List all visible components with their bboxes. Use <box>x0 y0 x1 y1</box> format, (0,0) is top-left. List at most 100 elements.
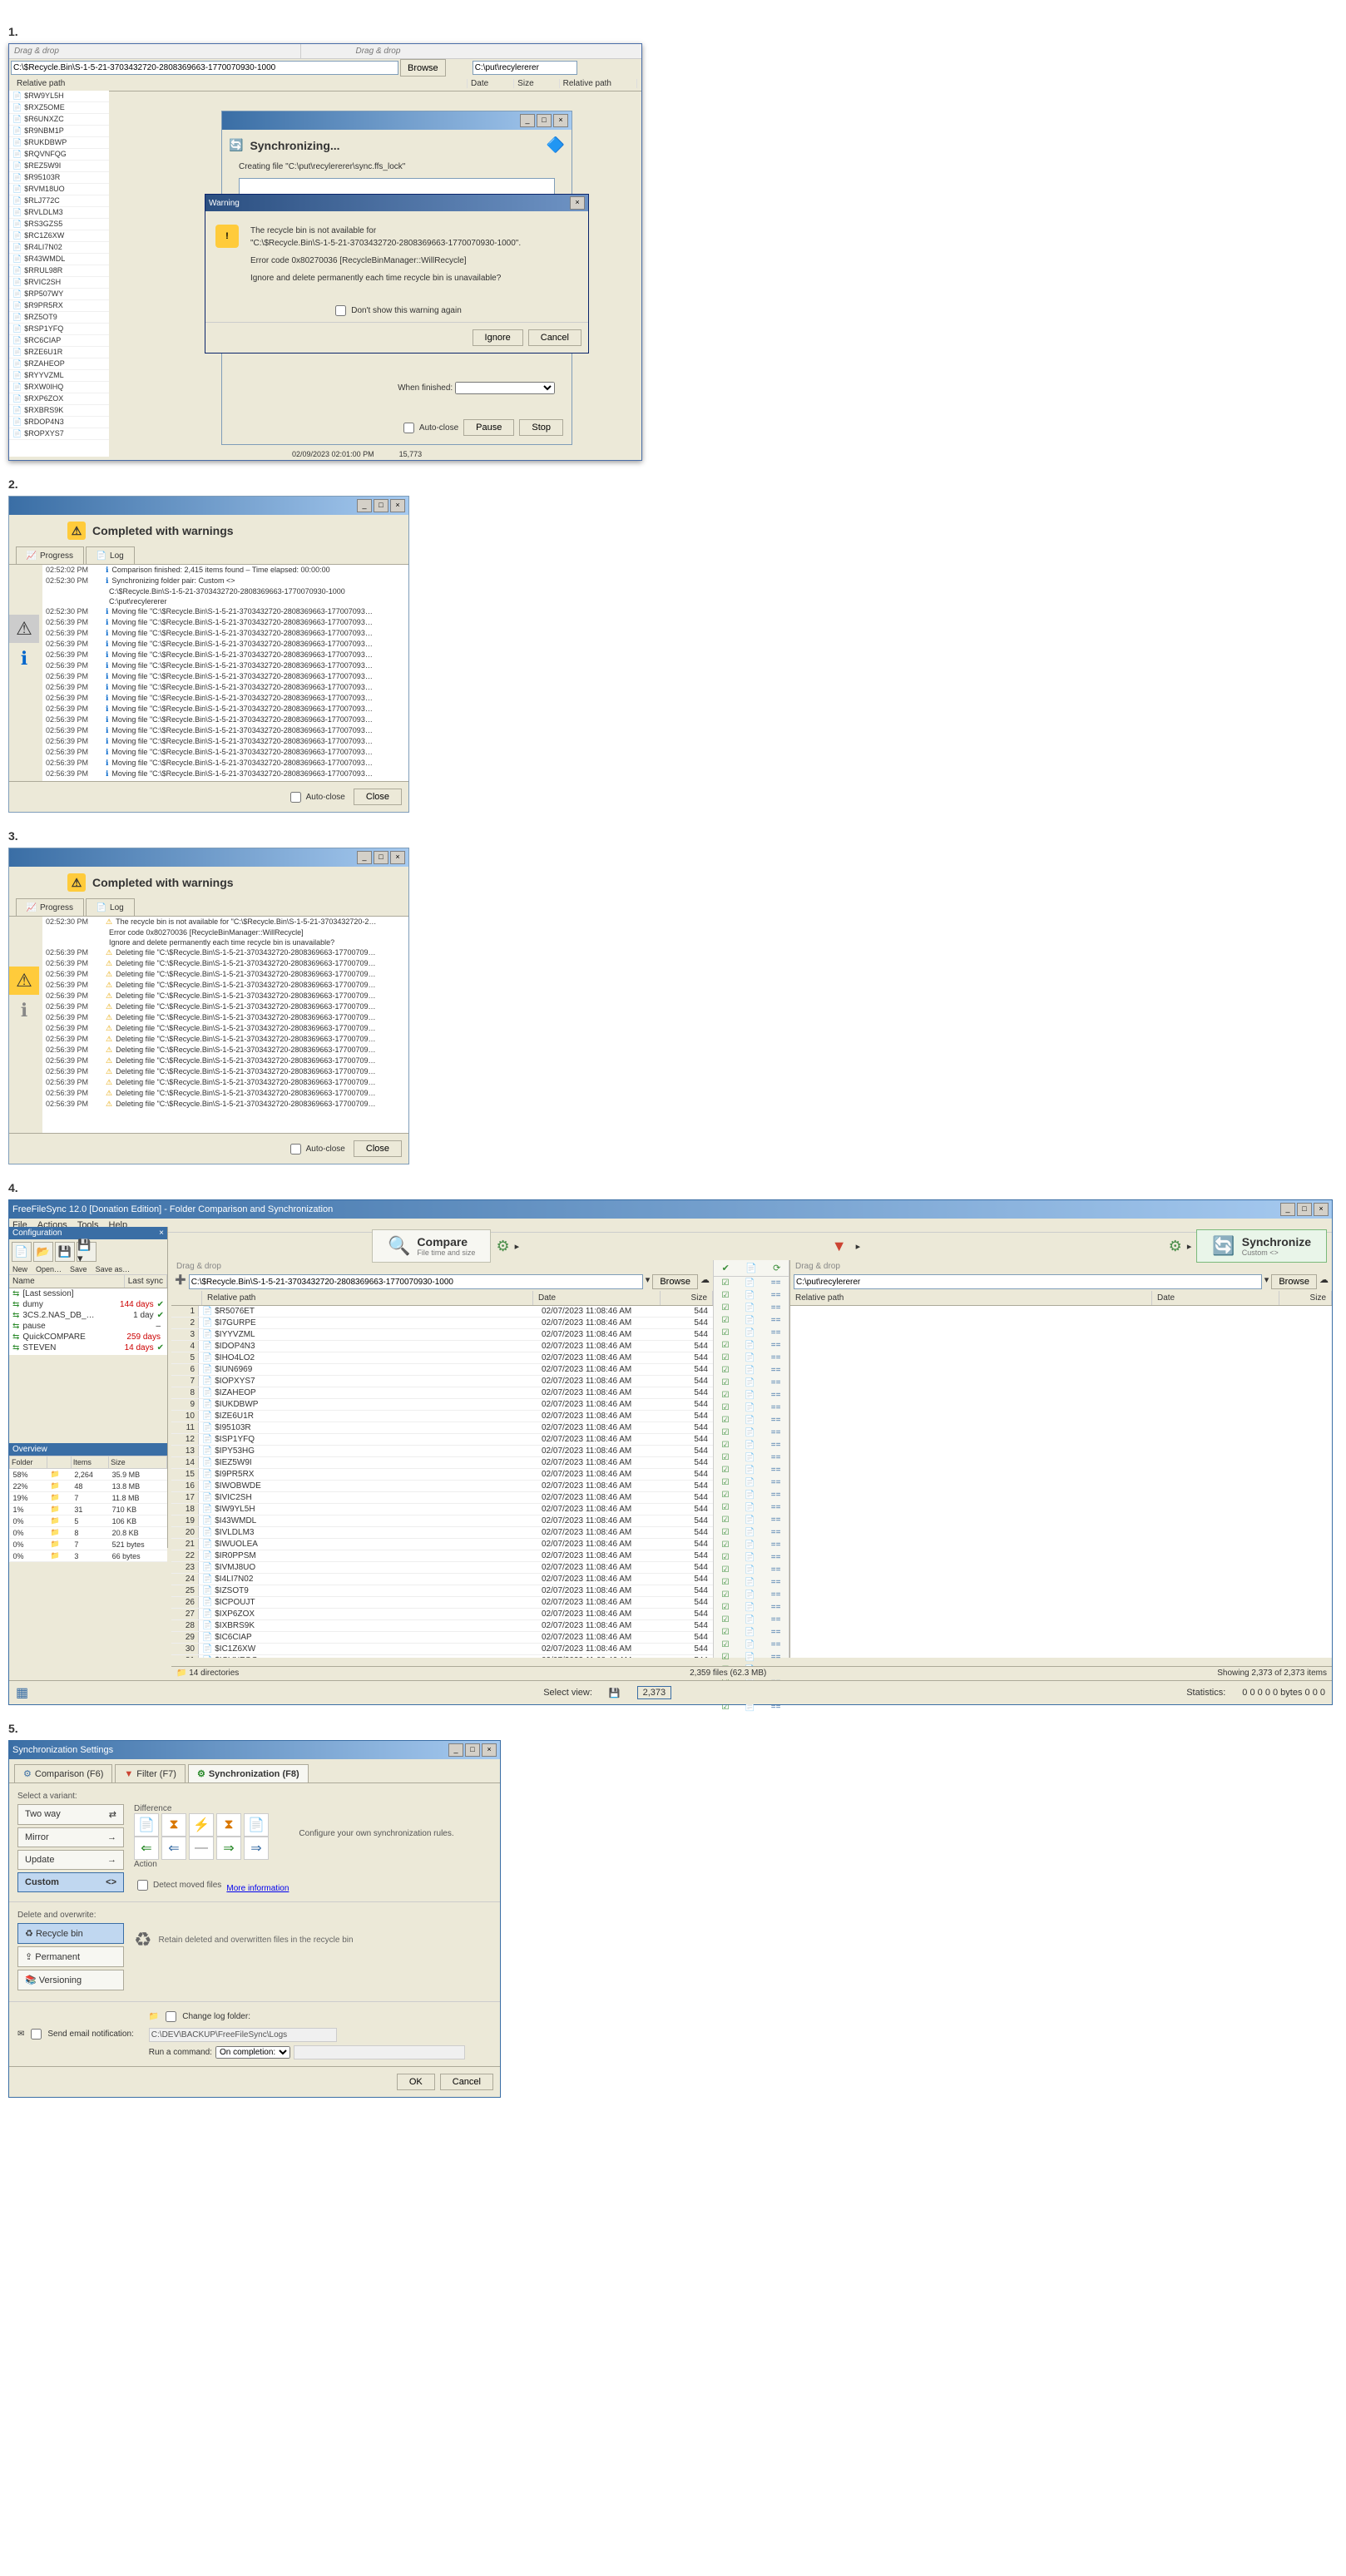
log-row[interactable]: 02:56:39 PM⚠Deleting file "C:\$Recycle.B… <box>42 991 408 1001</box>
action-row[interactable]: ☑📄== <box>714 1289 789 1302</box>
log-row[interactable]: 02:56:39 PM⚠Deleting file "C:\$Recycle.B… <box>42 1077 408 1088</box>
ok-button[interactable]: OK <box>397 2074 435 2090</box>
file-row[interactable]: $RXW0IHQ <box>9 382 109 393</box>
action-row[interactable]: ☑📄== <box>714 1352 789 1364</box>
maximize-icon[interactable]: □ <box>1297 1203 1312 1216</box>
compare-settings-icon[interactable]: ⚙ <box>496 1238 509 1255</box>
file-row[interactable]: $RXBRS9K <box>9 405 109 417</box>
overview-row[interactable]: 19%📁711.8 MB <box>10 1492 167 1504</box>
cancel-button[interactable]: Cancel <box>440 2074 493 2090</box>
col-last-sync[interactable]: Last sync <box>125 1275 167 1288</box>
tab-filter[interactable]: ▼Filter (F7) <box>115 1764 186 1782</box>
diff-right-only-icon[interactable]: 📄 <box>244 1813 269 1837</box>
autoclose-checkbox[interactable] <box>290 1144 301 1155</box>
grid-row[interactable]: 20📄 $IVLDLM302/07/2023 11:08:46 AM544 <box>171 1527 713 1539</box>
view-grid-icon[interactable]: ▦ <box>16 1684 28 1701</box>
on-completion-select[interactable]: On completion: <box>215 2046 290 2059</box>
dont-show-checkbox[interactable] <box>335 305 346 316</box>
config-row[interactable]: ⇆QuickCOMPARE259 days <box>9 1332 167 1342</box>
file-row[interactable]: $R6UNXZC <box>9 114 109 126</box>
ignore-button[interactable]: Ignore <box>473 329 523 346</box>
command-input[interactable] <box>294 2045 465 2059</box>
action-row[interactable]: ☑📄== <box>714 1551 789 1564</box>
log-row[interactable]: C:\put\recylererer <box>42 596 408 606</box>
overview-row[interactable]: 0%📁366 bytes <box>10 1550 167 1562</box>
log-row[interactable]: Error code 0x80270036 [RecycleBinManager… <box>42 927 408 937</box>
action-row[interactable]: ☑📄== <box>714 1576 789 1589</box>
file-row[interactable]: $R95103R <box>9 172 109 184</box>
overview-row[interactable]: 0%📁7521 bytes <box>10 1539 167 1550</box>
grid-row[interactable]: 1📄 $R5076ET02/07/2023 11:08:46 AM544 <box>171 1306 713 1318</box>
action-create-right-icon[interactable]: ⇒ <box>244 1837 269 1860</box>
file-row[interactable]: $ROPXYS7 <box>9 428 109 440</box>
grid-row[interactable]: 18📄 $IW9YL5H02/07/2023 11:08:46 AM544 <box>171 1504 713 1515</box>
file-row[interactable]: $RYYVZML <box>9 370 109 382</box>
delete-option-button[interactable]: ⇪ Permanent <box>17 1946 124 1967</box>
config-close-icon[interactable]: × <box>159 1229 164 1238</box>
overview-row[interactable]: 22%📁4813.8 MB <box>10 1481 167 1492</box>
action-row[interactable]: ☑📄== <box>714 1526 789 1539</box>
folder-icon[interactable]: 📁 <box>149 2012 159 2021</box>
log-row[interactable]: 02:56:39 PMℹMoving file "C:\$Recycle.Bin… <box>42 682 408 693</box>
new-config-icon[interactable]: 📄 <box>12 1242 32 1262</box>
log-list[interactable]: 02:52:30 PM⚠The recycle bin is not avail… <box>42 917 408 1133</box>
action-row[interactable]: ☑📄== <box>714 1501 789 1514</box>
grid-row[interactable]: 30📄 $IC1Z6XW02/07/2023 11:08:46 AM544 <box>171 1644 713 1655</box>
log-row[interactable]: 02:52:30 PMℹMoving file "C:\$Recycle.Bin… <box>42 606 408 617</box>
grid-row[interactable]: 31📄 $IQVNFQG02/07/2023 11:08:46 AM544 <box>171 1655 713 1658</box>
action-row[interactable]: ☑📄== <box>714 1302 789 1314</box>
file-row[interactable]: $R43WMDL <box>9 254 109 265</box>
minimize-icon[interactable]: _ <box>520 114 535 127</box>
file-row[interactable]: $RZE6U1R <box>9 347 109 358</box>
view-icon[interactable]: 💾 <box>609 1688 621 1698</box>
grid-row[interactable]: 25📄 $IZSOT902/07/2023 11:08:46 AM544 <box>171 1585 713 1597</box>
grid-row[interactable]: 22📄 $IR0PPSM02/07/2023 11:08:46 AM544 <box>171 1550 713 1562</box>
tab-synchronization[interactable]: ⚙Synchronization (F8) <box>188 1764 309 1782</box>
action-row[interactable]: ☑📄== <box>714 1564 789 1576</box>
config-row[interactable]: ⇆[Last session] <box>9 1288 167 1299</box>
action-row[interactable]: ☑📄== <box>714 1651 789 1664</box>
action-row[interactable]: ☑📄== <box>714 1601 789 1614</box>
log-row[interactable]: 02:56:39 PM⚠Deleting file "C:\$Recycle.B… <box>42 1023 408 1034</box>
grid-row[interactable]: 2📄 $I7GURPE02/07/2023 11:08:46 AM544 <box>171 1318 713 1329</box>
maximize-icon[interactable]: □ <box>374 499 388 512</box>
grid-row[interactable]: 16📄 $IWOBWDE02/07/2023 11:08:46 AM544 <box>171 1481 713 1492</box>
col-date[interactable]: Date <box>533 1291 661 1305</box>
action-row[interactable]: ☑📄== <box>714 1514 789 1526</box>
file-row[interactable]: $RUKDBWP <box>9 137 109 149</box>
log-row[interactable]: 02:56:39 PMℹMoving file "C:\$Recycle.Bin… <box>42 747 408 758</box>
file-row[interactable]: $RXP6ZOX <box>9 393 109 405</box>
action-row[interactable]: ☑📄== <box>714 1451 789 1464</box>
file-row[interactable]: $RDOP4N3 <box>9 417 109 428</box>
close-icon[interactable]: × <box>390 499 405 512</box>
col-relative-path[interactable]: Relative path <box>790 1291 1152 1305</box>
more-info-link[interactable]: More information <box>226 1884 289 1893</box>
stop-button[interactable]: Stop <box>519 419 563 436</box>
config-row[interactable]: ⇆dumy144 days✔ <box>9 1299 167 1310</box>
grid-row[interactable]: 4📄 $IDOP4N302/07/2023 11:08:46 AM544 <box>171 1341 713 1352</box>
log-row[interactable]: C:\$Recycle.Bin\S-1-5-21-3703432720-2808… <box>42 586 408 596</box>
file-row[interactable]: $RW9YL5H <box>9 91 109 102</box>
log-row[interactable]: 02:56:39 PMℹMoving file "C:\$Recycle.Bin… <box>42 769 408 779</box>
grid-row[interactable]: 11📄 $I95103R02/07/2023 11:08:46 AM544 <box>171 1422 713 1434</box>
action-row[interactable]: ☑📄== <box>714 1614 789 1626</box>
grid-row[interactable]: 21📄 $IWUOLEA02/07/2023 11:08:46 AM544 <box>171 1539 713 1550</box>
dropdown-icon[interactable]: ▾ <box>646 1274 651 1289</box>
action-row[interactable]: ☑📄== <box>714 1377 789 1389</box>
file-row[interactable]: $RC1Z6XW <box>9 230 109 242</box>
log-row[interactable]: 02:56:39 PM⚠Deleting file "C:\$Recycle.B… <box>42 1034 408 1045</box>
grid-row[interactable]: 17📄 $IVIC2SH02/07/2023 11:08:46 AM544 <box>171 1492 713 1504</box>
side-info-icon[interactable]: ℹ <box>9 645 39 673</box>
log-row[interactable]: 02:52:02 PMℹComparison finished: 2,415 i… <box>42 565 408 576</box>
include-header-icon[interactable]: ✔ <box>722 1263 730 1273</box>
log-row[interactable]: 02:56:39 PMℹMoving file "C:\$Recycle.Bin… <box>42 736 408 747</box>
diff-right-newer-icon[interactable]: ⧗ <box>216 1813 241 1837</box>
log-list[interactable]: 02:52:02 PMℹComparison finished: 2,415 i… <box>42 565 408 781</box>
log-row[interactable]: 02:56:39 PMℹMoving file "C:\$Recycle.Bin… <box>42 693 408 704</box>
maximize-icon[interactable]: □ <box>374 851 388 864</box>
log-row[interactable]: 02:56:39 PMℹMoving file "C:\$Recycle.Bin… <box>42 639 408 650</box>
action-row[interactable]: ☑📄== <box>714 1489 789 1501</box>
side-info-icon[interactable]: ℹ <box>9 996 39 1025</box>
grid-row[interactable]: 29📄 $IC6CIAP02/07/2023 11:08:46 AM544 <box>171 1632 713 1644</box>
log-row[interactable]: 02:56:39 PM⚠Deleting file "C:\$Recycle.B… <box>42 1088 408 1099</box>
